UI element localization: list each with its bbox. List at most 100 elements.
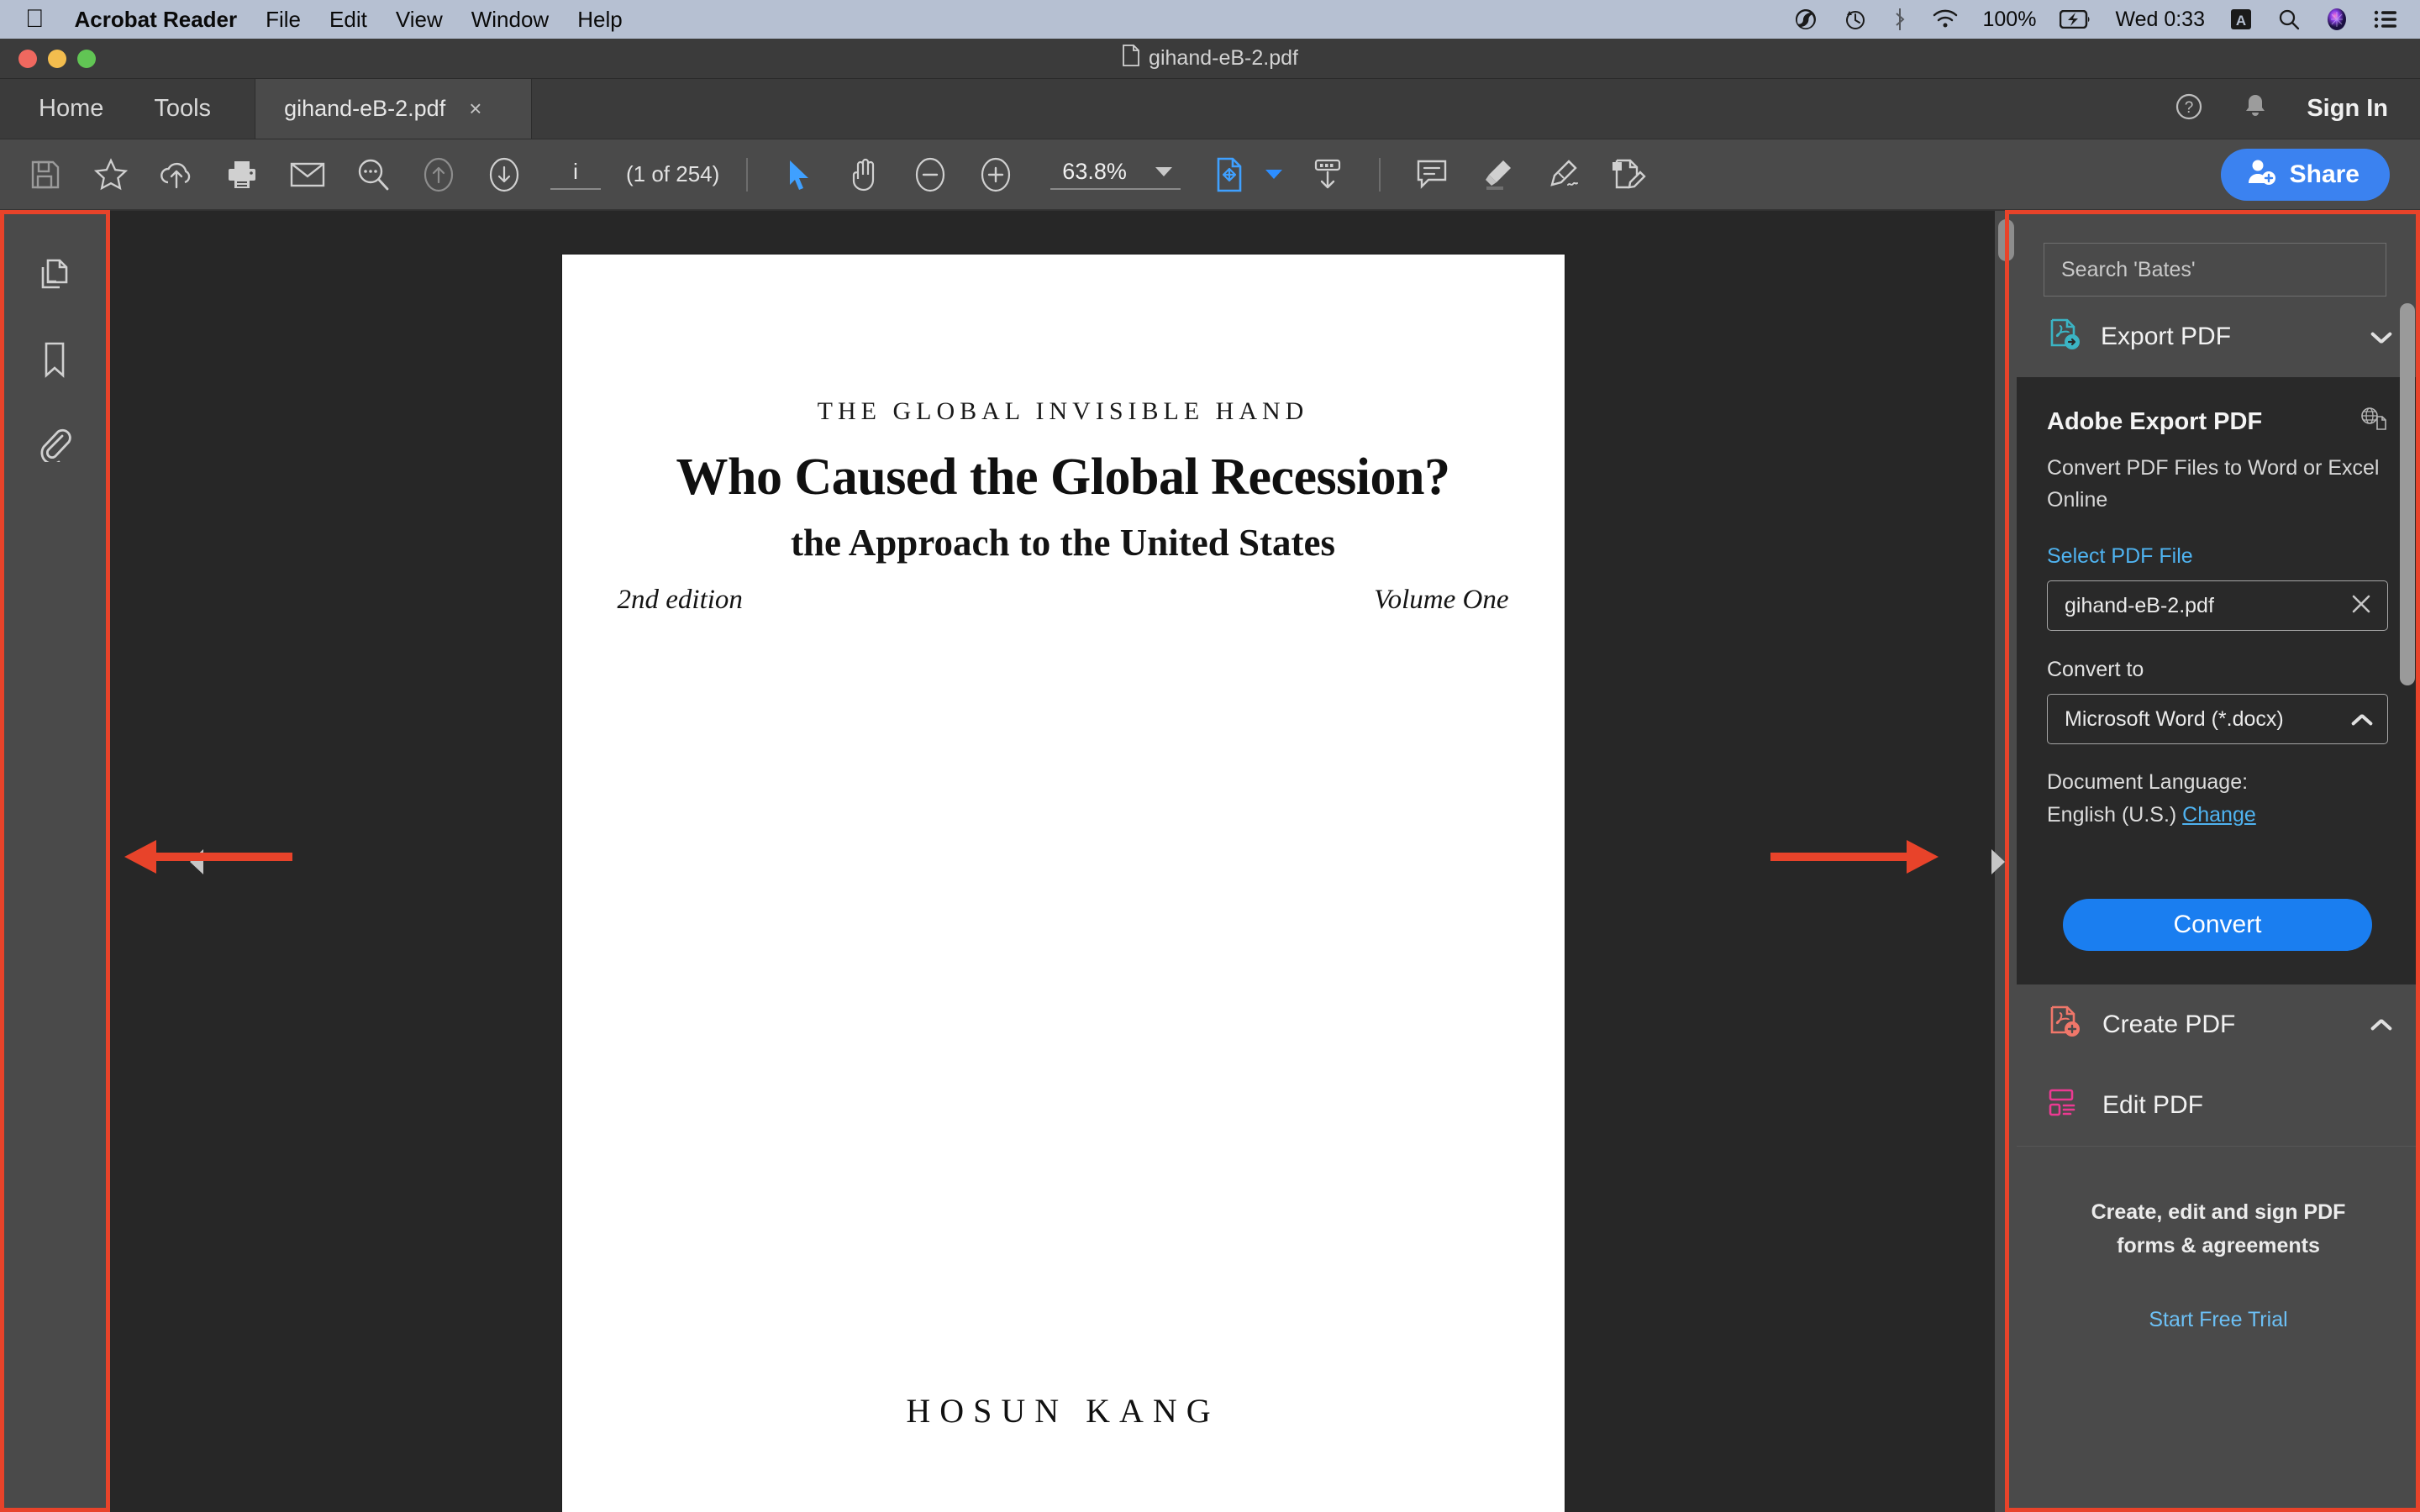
book-volume: Volume One [1374,585,1509,615]
sign-in-button[interactable]: Sign In [2307,95,2388,123]
notification-bell-icon[interactable] [2243,92,2268,125]
toolbar-divider-2 [1378,157,1381,192]
page-number-input[interactable]: i [550,159,601,190]
comment-icon[interactable] [1408,151,1455,198]
creative-cloud-icon[interactable] [1792,6,1819,33]
highlighter-icon[interactable] [1474,151,1521,198]
document-tab[interactable]: gihand-eB-2.pdf × [255,79,533,139]
export-pdf-section-title: Export PDF [2101,323,2232,350]
menu-item-edit[interactable]: Edit [329,7,367,33]
search-input[interactable]: Search 'Bates' [2044,243,2386,297]
share-person-icon [2246,158,2276,191]
nav-tools-button[interactable]: Tools [129,79,236,139]
zoom-level-control[interactable]: 63.8% [1050,159,1181,190]
input-source-icon[interactable]: A [2228,7,2254,32]
zoom-in-icon[interactable] [972,151,1019,198]
control-center-icon[interactable] [2373,9,2398,29]
page-scroll-icon[interactable] [1304,151,1351,198]
cloud-upload-icon[interactable] [153,151,200,198]
chevron-down-icon[interactable] [2350,713,2372,726]
tools-panel: Search 'Bates' Export PDF Adobe Export P… [2017,211,2420,1512]
book-series-label: THE GLOBAL INVISIBLE HAND [817,397,1309,425]
print-icon[interactable] [218,151,266,198]
zoom-level-value: 63.8% [1062,159,1127,184]
help-circle-icon[interactable]: ? [2174,92,2204,126]
email-icon[interactable] [284,151,331,198]
hand-icon[interactable] [841,151,888,198]
battery-charging-icon[interactable] [2060,10,2091,29]
promo-block: Create, edit and sign PDF forms & agreem… [2017,1145,2420,1332]
svg-text:?: ? [2185,99,2194,117]
book-subtitle: the Approach to the United States [791,522,1335,564]
fill-and-sign-icon[interactable] [1539,151,1586,198]
zoom-out-icon[interactable] [907,151,954,198]
book-edition: 2nd edition [617,585,743,615]
edit-pdf-icon[interactable] [1605,151,1652,198]
convert-button[interactable]: Convert [2063,898,2372,951]
globe-document-icon[interactable] [2360,406,2388,438]
cursor-arrow-icon[interactable] [776,151,823,198]
promo-line-2: forms & agreements [2117,1233,2320,1257]
selected-file-name: gihand-eB-2.pdf [2065,593,2214,617]
macos-menubar:  Acrobat Reader File Edit View Window H… [0,0,2420,39]
pdf-page: THE GLOBAL INVISIBLE HAND Who Caused the… [561,255,1565,1512]
menu-item-window[interactable]: Window [471,7,549,33]
document-viewer[interactable]: THE GLOBAL INVISIBLE HAND Who Caused the… [109,211,2017,1512]
change-language-link[interactable]: Change [2182,803,2256,827]
menu-item-acrobat-reader[interactable]: Acrobat Reader [75,7,238,33]
export-pdf-section-header[interactable]: Export PDF [2017,297,2420,377]
close-x-icon[interactable] [2350,593,2372,619]
fit-page-icon[interactable] [1206,151,1253,198]
window-title-text: gihand-eB-2.pdf [1149,46,1298,70]
main-toolbar: i (1 of 254) 63.8% Share [0,139,2420,210]
export-pdf-description: Convert PDF Files to Word or Excel Onlin… [2047,456,2380,512]
star-icon[interactable] [87,151,134,198]
promo-line-1: Create, edit and sign PDF [2091,1200,2346,1224]
page-thumbnails-icon[interactable] [32,253,77,298]
edit-pdf-row[interactable]: Edit PDF [2017,1065,2420,1146]
time-machine-icon[interactable] [1843,7,1868,32]
export-pdf-panel: Adobe Export PDF Convert PDF Files to Wo… [2017,377,2420,984]
left-panel-collapse-handle[interactable] [190,848,203,874]
menu-item-help[interactable]: Help [577,7,622,33]
menu-item-view[interactable]: View [396,7,443,33]
document-tab-label: gihand-eB-2.pdf [284,96,446,121]
menu-item-file[interactable]: File [266,7,301,33]
search-icon[interactable] [2277,8,2301,31]
fit-page-chevron-down-icon[interactable] [1265,170,1282,179]
tools-panel-scrollbar-thumb[interactable] [2400,303,2415,685]
book-title: Who Caused the Global Recession? [676,449,1450,506]
tab-strip: Home Tools gihand-eB-2.pdf × ? Sign In [0,79,2420,139]
right-panel-collapse-handle[interactable] [1991,848,2005,874]
window-titlebar: gihand-eB-2.pdf [0,39,2420,79]
selected-file-field[interactable]: gihand-eB-2.pdf [2047,580,2388,631]
previous-page-icon[interactable] [415,151,462,198]
siri-icon[interactable] [2324,7,2349,32]
attachments-icon[interactable] [32,421,77,466]
bluetooth-icon[interactable] [1891,7,1908,32]
apple-logo-icon[interactable]:  [25,7,45,32]
menubar-clock[interactable]: Wed 0:33 [2115,8,2205,32]
save-icon[interactable] [22,151,69,198]
select-pdf-file-label[interactable]: Select PDF File [2047,544,2388,569]
viewer-scrollbar-thumb[interactable] [1998,219,2014,261]
chevron-up-icon[interactable] [2370,331,2391,344]
create-pdf-row[interactable]: Create PDF [2017,984,2420,1065]
edit-pdf-label: Edit PDF [2102,1090,2204,1119]
document-language-label: Document Language: [2047,770,2249,794]
next-page-icon[interactable] [481,151,528,198]
nav-home-button[interactable]: Home [13,79,129,139]
share-button[interactable]: Share [2220,148,2390,201]
pdf-file-icon [1122,45,1140,72]
document-language-value: English (U.S.) [2047,802,2177,827]
bookmarks-icon[interactable] [32,337,77,382]
start-free-trial-link[interactable]: Start Free Trial [2052,1308,2385,1332]
search-document-icon[interactable] [350,151,397,198]
close-icon[interactable]: × [469,96,481,122]
chevron-down-icon[interactable] [2370,1018,2391,1031]
book-meta-row: 2nd edition Volume One [562,585,1565,616]
convert-to-select[interactable]: Microsoft Word (*.docx) [2047,694,2388,744]
chevron-down-icon[interactable] [1155,167,1172,176]
adobe-export-pdf-heading: Adobe Export PDF [2047,406,2388,438]
wifi-icon[interactable] [1932,8,1959,31]
